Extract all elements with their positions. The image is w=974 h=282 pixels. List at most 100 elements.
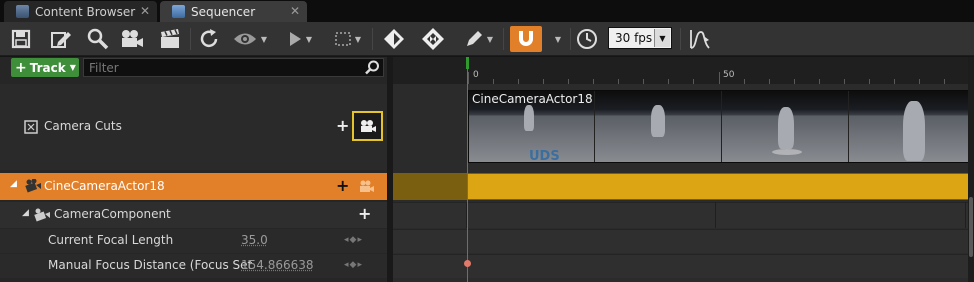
toolbar-separator: [570, 28, 571, 50]
chevron-down-icon: ▼: [554, 34, 562, 44]
camera-cuts-label: Camera Cuts: [44, 119, 122, 133]
keyframe-marker[interactable]: [464, 260, 471, 267]
scrollbar-thumb[interactable]: [969, 197, 973, 257]
ruler-tick: [944, 79, 945, 84]
focal-length-label: Current Focal Length: [48, 233, 174, 247]
camera-icon: [122, 30, 143, 47]
add-track-button[interactable]: + Track ▼: [11, 58, 79, 77]
camera-component-icon: [34, 208, 50, 222]
focal-length-row[interactable]: Current Focal Length 35.0 ◂◆▸: [0, 229, 387, 253]
content-browser-icon: [16, 5, 29, 18]
key-navigation-icon[interactable]: ◂◆▸: [344, 235, 363, 245]
refresh-icon: [200, 29, 218, 48]
toolbar-separator: [190, 28, 191, 50]
edit-button[interactable]: [48, 26, 74, 52]
create-camera-button[interactable]: [119, 26, 145, 52]
ruler-tick: [844, 79, 845, 84]
edit-mode-button[interactable]: ▼: [462, 26, 496, 52]
ruler-tick: [719, 72, 720, 84]
filter-input[interactable]: Filter: [83, 58, 384, 77]
focus-distance-value[interactable]: 154.866638: [241, 258, 314, 272]
add-icon[interactable]: +: [358, 204, 371, 223]
fps-value: 30 fps: [615, 31, 653, 45]
camera-cuts-icon: [24, 120, 38, 134]
fps-select[interactable]: 30 fps ▼: [608, 27, 672, 49]
render-movie-button[interactable]: [157, 26, 183, 52]
ruler-label: 50: [723, 70, 735, 80]
ruler-tick: [668, 79, 669, 84]
save-icon: [11, 29, 31, 49]
chevron-down-icon: ▼: [354, 34, 362, 44]
snap-options-button[interactable]: ▼: [546, 26, 566, 52]
chevron-down-icon: ▼: [260, 34, 268, 44]
actor-row[interactable]: ◢ CineCameraActor18 +: [0, 173, 387, 200]
search-icon: [365, 60, 379, 75]
add-icon[interactable]: +: [336, 176, 349, 195]
clock-icon: [577, 29, 597, 49]
chevron-down-icon: ▼: [654, 29, 670, 47]
tab-sequencer[interactable]: Sequencer ✕: [160, 1, 307, 22]
section-boundary: [715, 202, 716, 228]
key-all-button[interactable]: [420, 26, 446, 52]
toolbar-separator: [372, 28, 373, 50]
eye-icon: [233, 33, 256, 45]
find-button[interactable]: [86, 26, 110, 52]
curve-editor-button[interactable]: [687, 26, 713, 52]
snap-toggle-button[interactable]: [510, 26, 542, 52]
camera-section-label: CineCameraActor18: [472, 92, 593, 106]
focus-distance-row[interactable]: Manual Focus Distance (Focus Set 154.866…: [0, 254, 387, 278]
ruler-label: 0: [473, 70, 479, 80]
vertical-scrollbar[interactable]: [968, 57, 974, 282]
actor-section[interactable]: [468, 174, 974, 199]
filter-placeholder: Filter: [89, 60, 119, 75]
timeline-area[interactable]: 0 50 CineCameraActor18 UDS: [393, 57, 974, 282]
collapse-arrow-icon[interactable]: ◢: [10, 179, 17, 189]
plus-icon: +: [15, 59, 27, 76]
toolbar-separator: [503, 28, 504, 50]
time-settings-button[interactable]: [575, 26, 599, 52]
tab-content-browser[interactable]: Content Browser ✕: [4, 1, 157, 22]
close-icon[interactable]: ✕: [140, 4, 150, 18]
tab-label: Sequencer: [191, 4, 256, 19]
refresh-button[interactable]: [197, 26, 221, 52]
chevron-down-icon: ▼: [69, 63, 76, 72]
search-icon: [87, 28, 109, 50]
camera-icon: [360, 120, 376, 132]
ruler-tick: [518, 79, 519, 84]
camera-select-button[interactable]: [352, 111, 383, 141]
view-options-button[interactable]: ▼: [230, 26, 270, 52]
camera-icon[interactable]: [359, 180, 375, 193]
focal-length-lane: [393, 229, 974, 253]
key-all-icon: [422, 28, 444, 50]
time-ruler[interactable]: 0 50: [393, 57, 974, 84]
component-track-lane: [393, 202, 974, 228]
toolbar-separator: [680, 28, 681, 50]
ruler-tick: [919, 79, 920, 84]
camera-cut-section[interactable]: CineCameraActor18 UDS: [468, 90, 974, 163]
magnet-icon: [519, 31, 533, 46]
play-icon: [289, 32, 301, 46]
ruler-tick: [869, 79, 870, 84]
close-icon[interactable]: ✕: [290, 4, 300, 18]
ruler-tick: [894, 79, 895, 84]
actor-label: CineCameraActor18: [44, 179, 165, 193]
ruler-tick: [493, 79, 494, 84]
camera-cuts-row[interactable]: Camera Cuts +: [0, 84, 387, 170]
add-icon[interactable]: +: [336, 116, 349, 135]
key-navigation-icon[interactable]: ◂◆▸: [344, 260, 363, 270]
focal-length-value[interactable]: 35.0: [241, 233, 268, 247]
ruler-tick: [744, 79, 745, 84]
focus-distance-label: Manual Focus Distance (Focus Set: [48, 258, 253, 272]
save-button[interactable]: [8, 26, 34, 52]
playhead-line: [467, 57, 468, 282]
ruler-tick: [593, 79, 594, 84]
chevron-down-icon: ▼: [305, 34, 313, 44]
section-boundary: [965, 202, 966, 228]
camera-thumbnail: [849, 91, 973, 162]
ruler-tick: [568, 79, 569, 84]
add-key-button[interactable]: [381, 26, 407, 52]
play-options-button[interactable]: ▼: [283, 26, 317, 52]
selection-options-button[interactable]: ▼: [331, 26, 365, 52]
collapse-arrow-icon[interactable]: ◢: [22, 208, 29, 218]
component-row[interactable]: ◢ CameraComponent +: [0, 202, 387, 228]
